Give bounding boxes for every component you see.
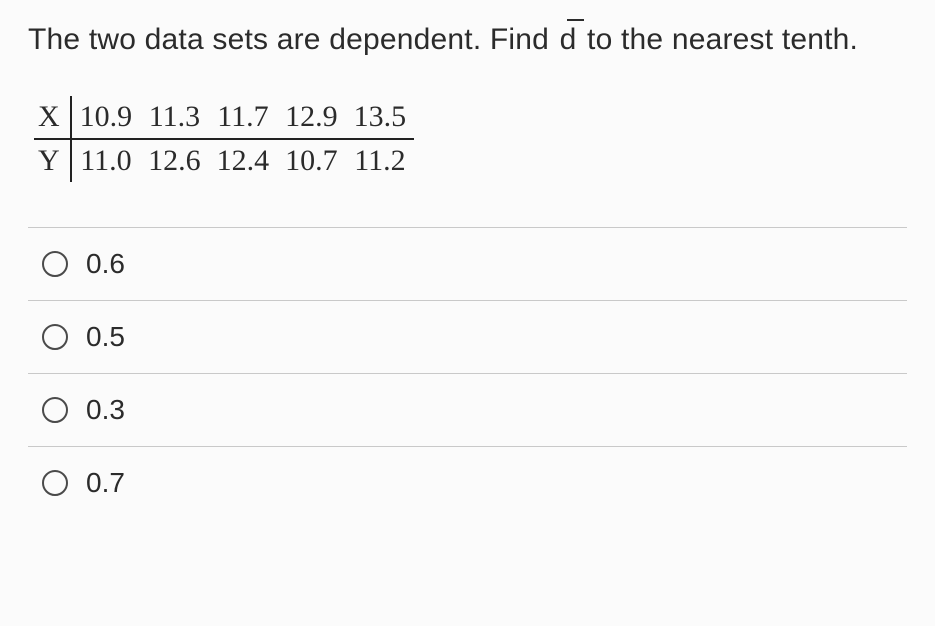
option-label: 0.5 <box>86 321 125 353</box>
table-cell: 10.9 <box>71 96 141 139</box>
table-cell: 12.9 <box>277 96 346 139</box>
table-cell: 12.4 <box>209 139 278 182</box>
question-suffix: to the nearest tenth. <box>579 23 859 56</box>
d-bar-symbol: d <box>558 18 579 62</box>
table-cell: 11.7 <box>209 96 278 139</box>
table-cell: 12.6 <box>140 139 209 182</box>
table-cell: 11.0 <box>71 139 141 182</box>
answer-options: 0.6 0.5 0.3 0.7 <box>28 227 907 519</box>
radio-icon <box>42 397 68 423</box>
table-cell: 11.3 <box>140 96 209 139</box>
question-text: The two data sets are dependent. Find d … <box>28 18 907 62</box>
row-label-x: X <box>34 96 71 139</box>
d-bar-letter: d <box>560 23 577 56</box>
table-cell: 13.5 <box>346 96 415 139</box>
answer-option-3[interactable]: 0.7 <box>28 447 907 519</box>
question-page: The two data sets are dependent. Find d … <box>0 0 935 519</box>
data-table: X 10.9 11.3 11.7 12.9 13.5 Y 11.0 12.6 1… <box>34 96 414 182</box>
answer-option-2[interactable]: 0.3 <box>28 374 907 447</box>
option-label: 0.3 <box>86 394 125 426</box>
answer-option-1[interactable]: 0.5 <box>28 301 907 374</box>
table-row: X 10.9 11.3 11.7 12.9 13.5 <box>34 96 414 139</box>
question-prefix: The two data sets are dependent. Find <box>28 23 558 56</box>
row-label-y: Y <box>34 139 71 182</box>
table-cell: 11.2 <box>346 139 415 182</box>
option-label: 0.6 <box>86 248 125 280</box>
radio-icon <box>42 470 68 496</box>
radio-icon <box>42 324 68 350</box>
table-row: Y 11.0 12.6 12.4 10.7 11.2 <box>34 139 414 182</box>
option-label: 0.7 <box>86 467 125 499</box>
table-cell: 10.7 <box>277 139 346 182</box>
radio-icon <box>42 251 68 277</box>
answer-option-0[interactable]: 0.6 <box>28 228 907 301</box>
